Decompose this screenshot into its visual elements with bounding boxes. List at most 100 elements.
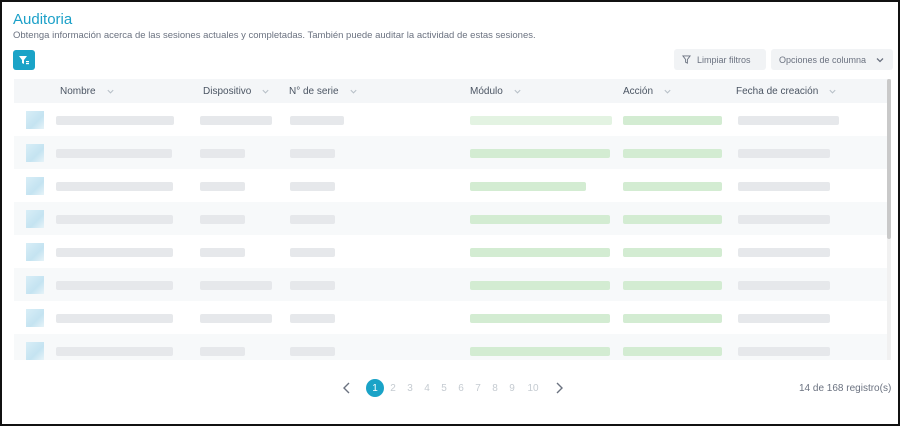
cell-nombre [56,182,173,191]
cell-serie [290,149,335,158]
chevron-right-icon[interactable] [551,380,567,396]
cell-fecha [738,248,830,257]
page-subtitle: Obtenga información acerca de las sesion… [13,30,536,41]
cell-dispositivo [200,182,245,191]
page-5[interactable]: 5 [435,378,453,398]
row-avatar [26,177,44,195]
cell-dispositivo [200,248,245,257]
cell-fecha [738,347,830,356]
cell-serie [290,182,335,191]
column-header-modulo[interactable]: Módulo [470,79,522,103]
cell-fecha [738,314,830,323]
column-options-label: Opciones de columna [779,54,867,65]
cell-accion [623,248,722,257]
records-count: 14 de 168 registro(s) [799,383,892,394]
cell-fecha [738,182,830,191]
cell-dispositivo [200,215,245,224]
cell-accion [623,281,722,290]
cell-accion [623,149,722,158]
chevron-left-icon[interactable] [339,380,355,396]
cell-modulo [470,182,586,191]
page-title: Auditoria [13,11,73,28]
cell-fecha [738,149,830,158]
cell-nombre [56,215,173,224]
cell-fecha [738,281,830,290]
funnel-icon [682,55,691,64]
clear-filters-button[interactable]: Limpiar filtros [674,49,766,70]
cell-modulo [470,149,610,158]
scrollbar-thumb[interactable] [887,79,891,239]
filter-button[interactable] [13,50,35,70]
table-row[interactable] [14,103,890,136]
cell-dispositivo [200,281,272,290]
chevron-down-icon [829,89,836,94]
cell-accion [623,182,722,191]
filter-icon [19,56,29,65]
chevron-down-icon [664,89,671,94]
page-3[interactable]: 3 [401,378,419,398]
cell-fecha [738,116,839,125]
cell-fecha [738,215,830,224]
page-8[interactable]: 8 [486,378,504,398]
cell-accion [623,314,722,323]
row-avatar [26,342,44,360]
cell-dispositivo [200,314,272,323]
cell-serie [290,347,335,356]
cell-serie [290,314,335,323]
cell-serie [290,248,335,257]
cell-serie [290,281,335,290]
cell-dispositivo [200,149,245,158]
cell-modulo [470,347,610,356]
table-row[interactable] [14,235,890,268]
row-avatar [26,276,44,294]
table-row[interactable] [14,202,890,235]
cell-modulo [470,116,612,125]
column-header-accion[interactable]: Acción [623,79,672,103]
row-avatar [26,309,44,327]
table-header: Nombre Dispositivo N° de serie Módulo Ac… [14,79,890,103]
chevron-down-icon [106,89,114,94]
table-scrollbar[interactable] [887,79,891,360]
table-row[interactable] [14,334,890,360]
cell-nombre [56,149,172,158]
cell-nombre [56,248,173,257]
table-row[interactable] [14,268,890,301]
chevron-down-icon [262,89,269,94]
chevron-down-icon [349,89,357,94]
row-avatar [26,144,44,162]
cell-accion [623,347,722,356]
page-6[interactable]: 6 [452,378,470,398]
row-avatar [26,210,44,228]
row-avatar [26,111,44,129]
cell-serie [290,215,335,224]
row-avatar [26,243,44,261]
pagination: 1 2 3 4 5 6 7 8 9 10 [337,378,577,398]
column-header-serie[interactable]: N° de serie [289,79,358,103]
cell-nombre [56,281,173,290]
cell-accion [623,116,722,125]
cell-dispositivo [200,116,272,125]
column-header-nombre[interactable]: Nombre [60,79,115,103]
column-header-dispositivo[interactable]: Dispositivo [203,79,270,103]
column-header-fecha[interactable]: Fecha de creación [736,79,837,103]
table-row[interactable] [14,169,890,202]
cell-nombre [56,314,173,323]
column-options-button[interactable]: Opciones de columna [771,49,893,70]
page-4[interactable]: 4 [418,378,436,398]
audit-page: Auditoria Obtenga información acerca de … [0,0,900,426]
cell-nombre [56,347,173,356]
cell-accion [623,215,722,224]
page-7[interactable]: 7 [469,378,487,398]
cell-modulo [470,314,610,323]
page-2[interactable]: 2 [384,378,402,398]
cell-dispositivo [200,347,245,356]
page-10[interactable]: 10 [522,378,544,398]
cell-modulo [470,215,610,224]
table-row[interactable] [14,136,890,169]
cell-nombre [56,116,174,125]
audit-table: Nombre Dispositivo N° de serie Módulo Ac… [14,79,890,360]
table-row[interactable] [14,301,890,334]
page-9[interactable]: 9 [503,378,521,398]
cell-modulo [470,248,610,257]
page-1[interactable]: 1 [366,379,384,397]
